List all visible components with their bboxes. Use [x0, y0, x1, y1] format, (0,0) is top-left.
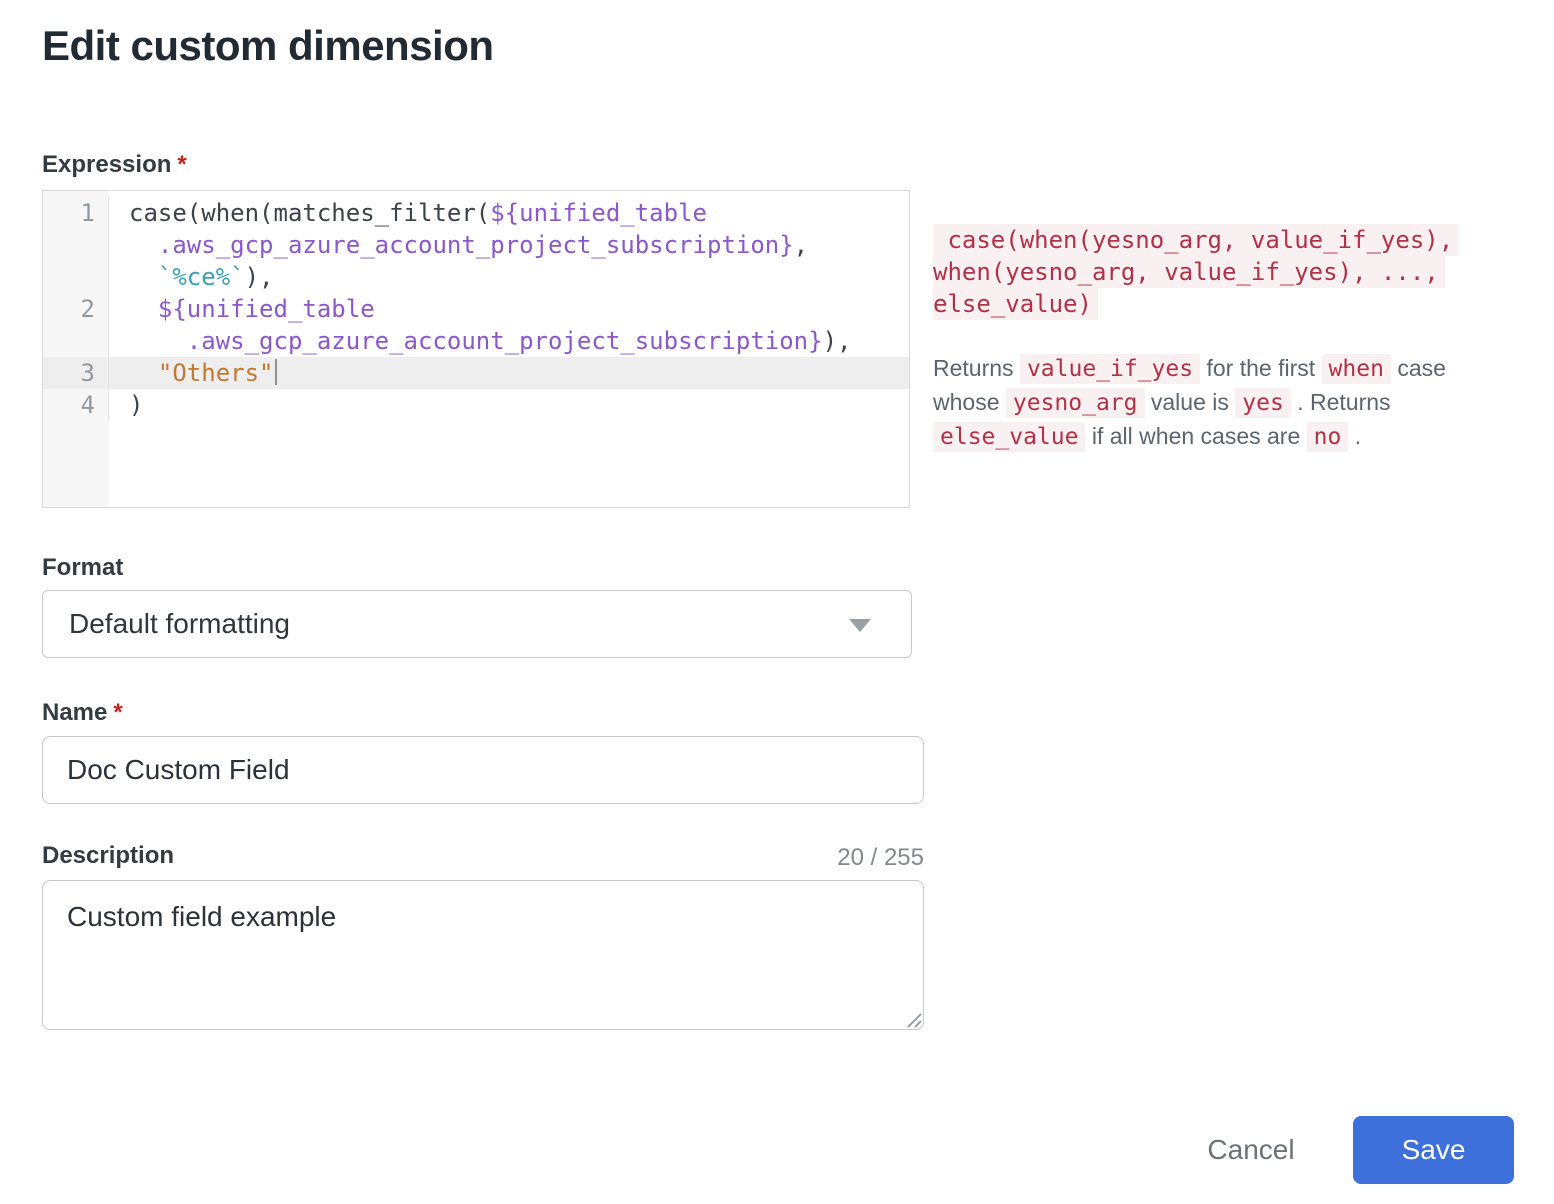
- description-field[interactable]: Custom field example: [42, 880, 924, 1030]
- description-text: . Returns: [1291, 389, 1391, 415]
- code-line[interactable]: 1case(when(matches_filter(${unified_tabl…: [43, 197, 909, 229]
- page-title: Edit custom dimension: [42, 22, 494, 70]
- code-token-default: ,: [794, 231, 808, 259]
- code-line-content: `%ce%`),: [109, 261, 274, 293]
- code-token-default: [129, 359, 158, 387]
- code-token-default: [129, 295, 158, 323]
- code-token-default: [129, 327, 187, 355]
- text-cursor: [275, 359, 277, 385]
- code-line[interactable]: 2 ${unified_table: [43, 293, 909, 325]
- required-asterisk: *: [113, 699, 122, 726]
- line-number: 2: [43, 293, 109, 325]
- code-token-default: case(when(matches_filter(: [129, 199, 490, 227]
- resize-handle-icon[interactable]: [902, 1008, 922, 1028]
- chevron-down-icon: [849, 619, 871, 632]
- required-asterisk: *: [177, 151, 186, 178]
- name-label: Name*: [42, 699, 123, 727]
- save-button[interactable]: Save: [1353, 1116, 1514, 1184]
- code-token-variable: ${unified_table: [158, 295, 375, 323]
- function-signature-block: case(when(yesno_arg, value_if_yes),when(…: [933, 224, 1493, 320]
- code-token-default: ): [129, 391, 143, 419]
- function-help-panel: case(when(yesno_arg, value_if_yes),when(…: [933, 224, 1493, 454]
- inline-code-chip: yes: [1235, 388, 1291, 418]
- code-line[interactable]: .aws_gcp_azure_account_project_subscript…: [43, 229, 909, 261]
- line-number: 4: [43, 389, 109, 421]
- description-char-counter: 20 / 255: [42, 844, 924, 872]
- function-signature-line: case(when(yesno_arg, value_if_yes),: [933, 224, 1459, 256]
- inline-code-chip: no: [1307, 422, 1349, 452]
- description-text: Returns: [933, 355, 1020, 381]
- expression-editor-rows: 1case(when(matches_filter(${unified_tabl…: [43, 191, 909, 421]
- inline-code-chip: else_value: [933, 422, 1085, 452]
- code-line[interactable]: `%ce%`),: [43, 261, 909, 293]
- function-description: Returns value_if_yes for the first when …: [933, 352, 1493, 454]
- cancel-button[interactable]: Cancel: [1186, 1124, 1316, 1176]
- code-token-default: ),: [245, 263, 274, 291]
- inline-code-chip: when: [1322, 354, 1391, 384]
- format-select-value: Default formatting: [69, 608, 290, 640]
- description-text: if all when cases are: [1085, 423, 1306, 449]
- description-text: case: [1391, 355, 1446, 381]
- code-token-default: [129, 231, 158, 259]
- inline-code-chip: value_if_yes: [1020, 354, 1200, 384]
- line-number: 3: [43, 357, 109, 389]
- line-number: 1: [43, 197, 109, 229]
- description-text: .: [1348, 423, 1361, 449]
- line-number: [43, 261, 109, 293]
- inline-code-chip: yesno_arg: [1006, 388, 1145, 418]
- expression-code-editor[interactable]: 1case(when(matches_filter(${unified_tabl…: [42, 190, 910, 508]
- function-description-line: Returns value_if_yes for the first when …: [933, 352, 1493, 386]
- code-token-variable: .aws_gcp_azure_account_project_subscript…: [158, 231, 794, 259]
- description-text: for the first: [1200, 355, 1321, 381]
- code-token-variable: ${unified_table: [490, 199, 707, 227]
- code-line-content: .aws_gcp_azure_account_project_subscript…: [109, 325, 851, 357]
- code-token-string: "Others": [158, 359, 274, 387]
- format-select[interactable]: Default formatting: [42, 590, 912, 658]
- description-text: value is: [1145, 389, 1236, 415]
- code-line-content: ${unified_table: [109, 293, 375, 325]
- code-line[interactable]: 4): [43, 389, 909, 421]
- code-token-filter: `%ce%`: [158, 263, 245, 291]
- function-signature-line: else_value): [933, 288, 1098, 320]
- code-token-default: [129, 263, 158, 291]
- code-line[interactable]: .aws_gcp_azure_account_project_subscript…: [43, 325, 909, 357]
- code-token-default: ),: [823, 327, 852, 355]
- code-line[interactable]: 3 "Others": [43, 357, 909, 389]
- code-line-content: case(when(matches_filter(${unified_table: [109, 197, 707, 229]
- expression-label: Expression*: [42, 151, 187, 179]
- name-field[interactable]: [42, 736, 924, 804]
- function-description-line: else_value if all when cases are no .: [933, 420, 1493, 454]
- code-line-content: ): [109, 389, 143, 421]
- line-number: [43, 325, 109, 357]
- code-line-content: "Others": [109, 357, 277, 389]
- function-signature-line: when(yesno_arg, value_if_yes), ...,: [933, 256, 1445, 288]
- code-token-variable: .aws_gcp_azure_account_project_subscript…: [187, 327, 823, 355]
- code-line-content: .aws_gcp_azure_account_project_subscript…: [109, 229, 808, 261]
- function-description-line: whose yesno_arg value is yes . Returns: [933, 386, 1493, 420]
- description-text: whose: [933, 389, 1006, 415]
- format-label: Format: [42, 554, 123, 582]
- line-number: [43, 229, 109, 261]
